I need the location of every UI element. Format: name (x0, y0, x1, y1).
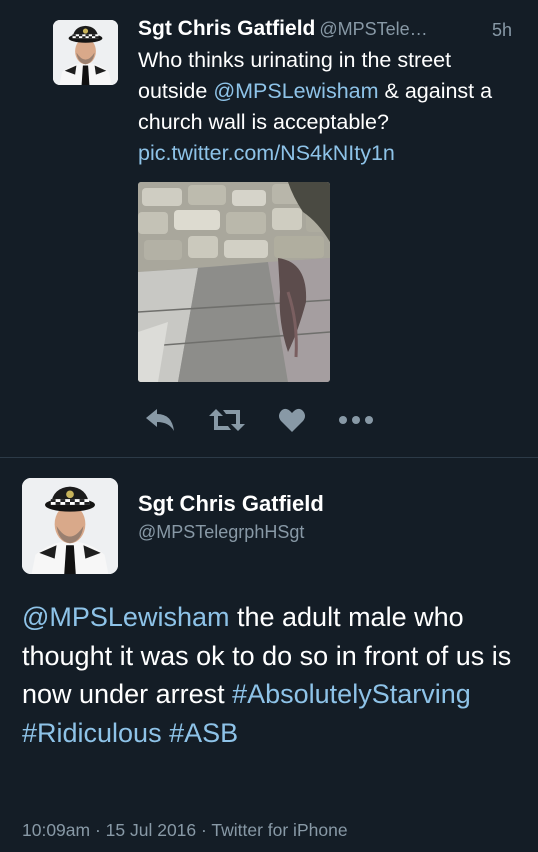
tweet-meta: 10:09am · 15 Jul 2016 · Twitter for iPho… (22, 820, 348, 840)
avatar[interactable] (22, 478, 118, 574)
tweet-text: @MPSLewisham the adult male who thought … (22, 598, 522, 752)
tweet-divider (0, 457, 538, 458)
tweet-thread: Sgt Chris Gatfield @MPSTele… 5h Who think… (0, 0, 538, 852)
retweet-icon (209, 409, 245, 431)
reply-icon (146, 409, 174, 431)
more-button[interactable] (336, 402, 376, 438)
tweet-actions (140, 402, 390, 438)
media-thumbnail[interactable] (138, 182, 330, 382)
retweet-button[interactable] (205, 402, 249, 438)
media-link[interactable]: pic.twitter.com/NS4kNIty1n (138, 141, 395, 165)
hashtag-link[interactable]: #Ridiculous (22, 718, 162, 748)
timestamp[interactable]: 5h (492, 20, 512, 41)
hashtag-link[interactable]: #AbsolutelyStarving (232, 679, 471, 709)
tweet-text: Who thinks urinating in the street outsi… (138, 45, 523, 169)
avatar[interactable] (53, 20, 118, 85)
tweet-reply[interactable]: Sgt Chris Gatfield @MPSTele… 5h Who think… (0, 0, 538, 457)
heart-icon (279, 408, 305, 432)
reply-button[interactable] (140, 402, 180, 438)
police-officer-avatar-icon (22, 478, 118, 574)
mention-link[interactable]: @MPSLewisham (22, 602, 229, 632)
tweet-header: Sgt Chris Gatfield @MPSTele… 5h (138, 17, 528, 47)
author-name[interactable]: Sgt Chris Gatfield (138, 491, 324, 517)
photo-image (138, 182, 330, 382)
like-button[interactable] (275, 402, 309, 438)
author-name[interactable]: Sgt Chris Gatfield (138, 17, 315, 40)
mention-link[interactable]: @MPSLewisham (213, 79, 378, 103)
author-handle[interactable]: @MPSTele… (319, 19, 427, 39)
hashtag-link[interactable]: #ASB (169, 718, 238, 748)
more-icon (339, 416, 373, 424)
police-officer-avatar-icon (53, 20, 118, 85)
author-handle[interactable]: @MPSTelegrphHSgt (138, 522, 304, 543)
